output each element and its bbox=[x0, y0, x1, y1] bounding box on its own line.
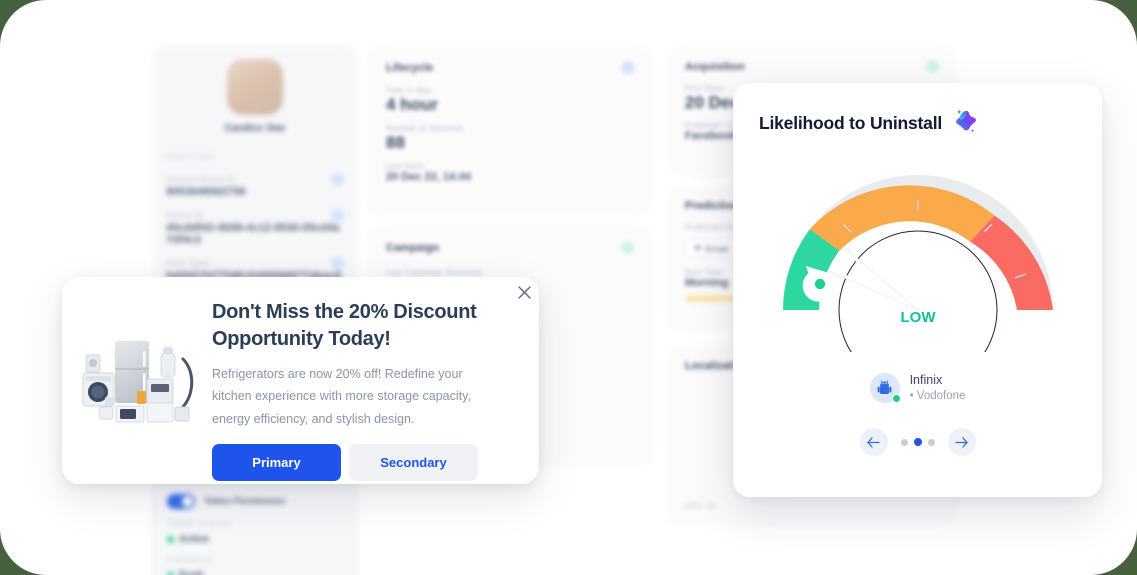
row-value: 4 hour bbox=[386, 95, 438, 114]
promo-primary-button[interactable]: Primary bbox=[212, 443, 341, 481]
screen-root: Candice Star IDENTITIES Internal Device … bbox=[0, 0, 1137, 575]
uninstall-gauge: LOW bbox=[759, 162, 1076, 390]
campaign-icon bbox=[621, 241, 634, 254]
row-label: Last Seen bbox=[386, 162, 425, 171]
close-icon[interactable] bbox=[513, 281, 535, 303]
field-label: Push Token bbox=[166, 259, 211, 268]
gauge-card-header: Likelihood to Uninstall bbox=[759, 107, 1076, 140]
lifecycle-icon bbox=[621, 61, 634, 74]
token-permission-toggle[interactable] bbox=[167, 494, 195, 509]
ai-sparkle-icon bbox=[951, 107, 977, 140]
promo-popup[interactable]: Don't Miss the 20% Discount Opportunity … bbox=[62, 277, 539, 484]
arrow-left-icon[interactable] bbox=[859, 428, 888, 457]
campaign-title: Campaign bbox=[386, 241, 440, 254]
acquisition-icon bbox=[926, 60, 939, 73]
carousel-dot[interactable] bbox=[900, 438, 908, 446]
arrow-right-icon[interactable] bbox=[947, 428, 976, 457]
token-status-title: TOKEN STATUS bbox=[167, 521, 232, 528]
row-label: Number of Sessions bbox=[386, 124, 464, 133]
field-label: Internal Device ID bbox=[166, 175, 235, 184]
row-value: 20 Dec 22, 14:44 bbox=[386, 171, 472, 183]
carousel-dot-active[interactable] bbox=[913, 438, 922, 447]
device-row: Infinix • Vodofone bbox=[759, 372, 1076, 404]
copy-icon[interactable] bbox=[331, 209, 344, 222]
lifecycle-title: Lifecycle bbox=[386, 61, 434, 74]
field-value: 45cddf42-4b58-4c12-9530-05cd4a7df4c3 bbox=[166, 222, 340, 246]
token-status-value: Active bbox=[179, 534, 210, 545]
gauge-card-title: Likelihood to Uninstall bbox=[759, 113, 943, 133]
device-carrier: • Vodofone bbox=[909, 389, 966, 402]
carousel-dot[interactable] bbox=[927, 438, 935, 446]
row-label: Time in App bbox=[386, 86, 432, 95]
copy-icon[interactable] bbox=[331, 173, 344, 186]
field-value: 9053648562758 bbox=[166, 186, 246, 198]
device-name: Infinix bbox=[909, 373, 943, 387]
carousel-controls bbox=[759, 428, 1076, 457]
carousel-dots bbox=[900, 438, 935, 447]
profile-name: Candice Star bbox=[224, 123, 286, 134]
promo-body: Don't Miss the 20% Discount Opportunity … bbox=[212, 277, 539, 481]
localization-footer: UTC +3 bbox=[685, 502, 715, 511]
field-label: Device ID bbox=[166, 211, 204, 220]
identities-title: IDENTITIES bbox=[166, 154, 215, 161]
likelihood-to-uninstall-card[interactable]: Likelihood to Uninstall LOW Infinix • Vo… bbox=[733, 83, 1102, 497]
channels-value: Push bbox=[179, 570, 203, 575]
avatar bbox=[227, 59, 283, 115]
email-icon: ✉ bbox=[694, 243, 702, 253]
android-icon bbox=[869, 373, 901, 404]
promo-description: Refrigerators are now 20% off! Redefine … bbox=[212, 367, 471, 426]
preferred-channel-chip: ✉ Email bbox=[685, 239, 738, 258]
online-status-dot bbox=[891, 394, 901, 404]
promo-title: Don't Miss the 20% Discount Opportunity … bbox=[212, 301, 477, 350]
token-card: Token Permission TOKEN STATUS Active CHA… bbox=[153, 478, 357, 575]
acquisition-title: Acquisition bbox=[685, 60, 745, 73]
token-permission-label: Token Permission bbox=[204, 496, 286, 507]
preferred-channel-value: Email bbox=[705, 243, 729, 254]
row-label: Last Campaign Received bbox=[386, 268, 482, 277]
lifecycle-card: Lifecycle Time in App 4 hour Number of S… bbox=[368, 45, 652, 215]
row-value: 88 bbox=[386, 133, 405, 152]
copy-icon[interactable] bbox=[331, 257, 344, 270]
promo-actions: Primary Secondary bbox=[212, 443, 513, 481]
promo-secondary-button[interactable]: Secondary bbox=[349, 443, 478, 481]
device-info: Infinix • Vodofone bbox=[910, 372, 966, 404]
status-dot-icon bbox=[167, 536, 174, 543]
channels-title: CHANNELS bbox=[167, 557, 214, 564]
home-appliances-image bbox=[62, 277, 212, 484]
gauge-level-text: LOW bbox=[901, 309, 937, 326]
gauge-svg: LOW bbox=[783, 175, 1053, 390]
